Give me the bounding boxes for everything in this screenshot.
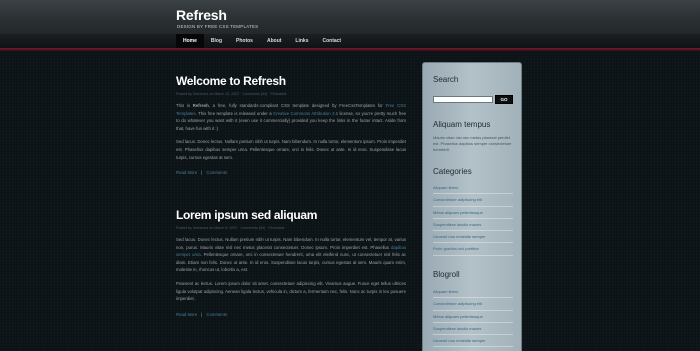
post-body: Sed lacus. Donec lectus. Nullam pretium …: [176, 236, 406, 303]
nav-photos[interactable]: Photos: [229, 34, 260, 48]
nav-home[interactable]: Home: [176, 34, 204, 48]
blogroll-item[interactable]: Consectetuer adipiscing elit: [433, 298, 513, 311]
nav-blog[interactable]: Blog: [204, 34, 229, 48]
blogroll-item[interactable]: Metus aliquam pellentesque: [433, 311, 513, 323]
category-item[interactable]: Consectetuer adipiscing elit: [433, 194, 513, 207]
text: Sed lacus. Donec lectus. Nullam pretium …: [176, 237, 406, 250]
categories-heading: Categories: [433, 167, 472, 176]
nav-about[interactable]: About: [260, 34, 288, 48]
post-meta: Posted by Someone on March 8, 2007 · Com…: [176, 226, 285, 230]
about-text: Mauris vitae nisl nec metus placerat per…: [433, 135, 512, 152]
text: , a free, fully standards-compliant CSS …: [208, 103, 386, 108]
text: . This free template is released under a: [195, 110, 274, 116]
blogroll-item[interactable]: Urnanet non molestie semper: [433, 335, 513, 348]
text: This is: [176, 103, 193, 108]
nav-contact[interactable]: Contact: [315, 34, 348, 48]
comments-link[interactable]: Comments: [206, 170, 227, 175]
post-title[interactable]: Lorem ipsum sed aliquam: [176, 208, 406, 222]
site-title[interactable]: Refresh: [176, 7, 227, 23]
sidebar: Search GO Aliquam tempus Mauris vitae ni…: [422, 62, 522, 351]
header: Refresh DESIGN BY FREE CSS TEMPLATES: [0, 0, 700, 34]
search-input[interactable]: [433, 96, 493, 103]
comments-link[interactable]: Comments: [206, 312, 227, 317]
post: Welcome to Refresh Posted by Someone on …: [176, 74, 406, 175]
category-item[interactable]: Metus aliquam pellentesque: [433, 207, 513, 219]
post-meta: Posted by Someone on March 10, 2007 · Co…: [176, 92, 287, 96]
site-tagline: DESIGN BY FREE CSS TEMPLATES: [177, 24, 259, 29]
post-links: Read More | Comments: [176, 170, 406, 175]
read-more-link[interactable]: Read More: [176, 170, 197, 175]
blogroll-item[interactable]: Aliquam libero: [433, 286, 513, 299]
post-paragraph: Sed lacus. Donec lectus. Nullam pretium …: [176, 139, 406, 160]
about-heading: Aliquam tempus: [433, 120, 491, 129]
bold-text: Refresh: [192, 103, 209, 108]
separator: |: [201, 311, 203, 317]
post-paragraph: Praesent ac lectus. Lorem ipsum dolor si…: [176, 280, 406, 302]
category-item[interactable]: Suspendisse iaculis mauris: [433, 219, 513, 232]
post-body: This is Refresh, a free, fully standards…: [176, 102, 406, 161]
read-more-link[interactable]: Read More: [176, 312, 197, 317]
post-title[interactable]: Welcome to Refresh: [176, 74, 406, 88]
categories-list: Aliquam libero Consectetuer adipiscing e…: [433, 182, 513, 256]
creative-commons-link[interactable]: Creative Commons Attribution 2.5: [273, 111, 338, 116]
post-links: Read More | Comments: [176, 312, 406, 317]
blogroll-heading: Blogroll: [433, 270, 460, 279]
category-item[interactable]: Urnanet non molestie semper: [433, 231, 513, 244]
separator: |: [201, 170, 203, 176]
navbar: [0, 34, 700, 48]
nav-accent-stripe: [0, 48, 700, 51]
nav-links[interactable]: Links: [288, 34, 315, 48]
search-heading: Search: [433, 75, 459, 84]
post-paragraph: Sed lacus. Donec lectus. Nullam pretium …: [176, 236, 406, 274]
category-item[interactable]: Proin gravida orci porttitor: [433, 243, 513, 256]
blogroll-list: Aliquam libero Consectetuer adipiscing e…: [433, 286, 513, 348]
category-item[interactable]: Aliquam libero: [433, 182, 513, 195]
post-paragraph: This is Refresh, a free, fully standards…: [176, 102, 406, 132]
post: Lorem ipsum sed aliquam Posted by Someon…: [176, 208, 406, 317]
blogroll-item[interactable]: Suspendisse iaculis mauris: [433, 323, 513, 336]
main-nav: Home Blog Photos About Links Contact: [176, 34, 348, 48]
search-button[interactable]: GO: [495, 95, 513, 104]
text: . Pellentesque ornare, orci in consectet…: [176, 252, 407, 273]
